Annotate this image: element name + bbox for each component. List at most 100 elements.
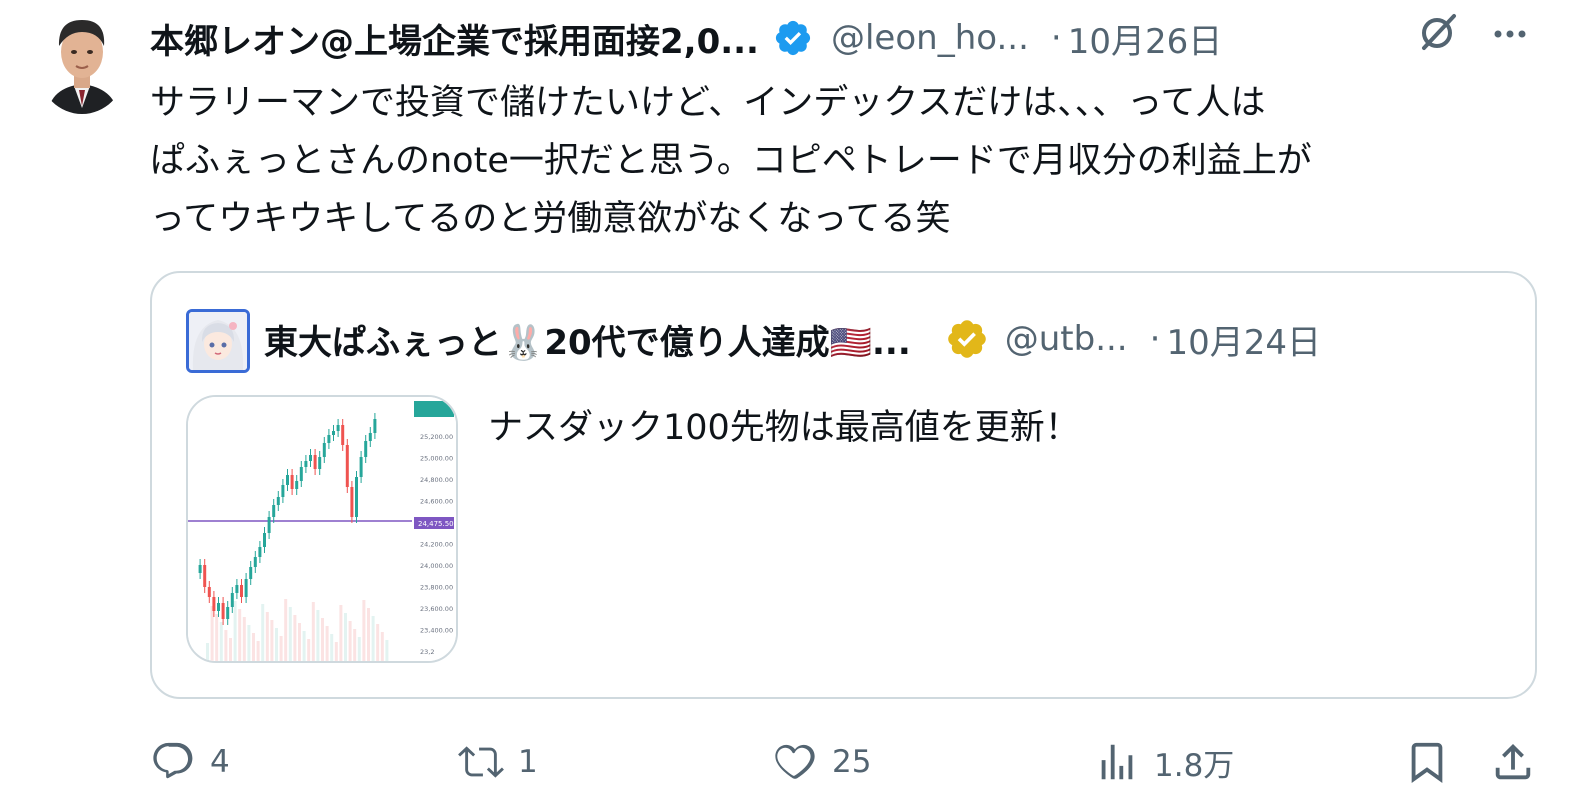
volume-bar xyxy=(353,629,357,661)
author-avatar[interactable] xyxy=(40,8,124,114)
volume-bar xyxy=(371,616,375,661)
author-handle[interactable]: @leon_ho... xyxy=(831,18,1029,58)
volume-bar xyxy=(293,615,297,661)
volume-bar xyxy=(376,624,380,661)
retweet-count: 1 xyxy=(518,744,538,780)
volume-bar xyxy=(344,613,347,661)
heart-icon xyxy=(775,744,815,779)
volume-bar xyxy=(206,643,209,661)
volume-bar xyxy=(298,623,301,661)
candle-body xyxy=(318,457,322,469)
tweet-header: 本郷レオン@上場企業で採用面接2,0... @leon_ho... · 10月2… xyxy=(150,10,1550,66)
price-axis-label: 24,475.50 xyxy=(418,520,454,528)
reply-button[interactable]: 4 xyxy=(150,732,230,792)
price-axis-label: 23,2 xyxy=(420,648,434,656)
candle-body xyxy=(341,425,345,445)
price-axis-label: 24,600.00 xyxy=(420,498,453,506)
volume-bar xyxy=(316,610,320,661)
volume-bar xyxy=(311,602,315,661)
price-axis-label: 25,200.00 xyxy=(420,433,453,441)
quote-date[interactable]: 10月24日 xyxy=(1166,315,1321,364)
candle-body xyxy=(368,433,372,441)
candle-body xyxy=(345,445,349,487)
reply-icon xyxy=(153,742,193,779)
share-button[interactable] xyxy=(1490,732,1536,792)
volume-bar xyxy=(247,625,251,661)
candle-body xyxy=(276,497,280,505)
quote-author-name[interactable]: 東大ぱふぇっと🐰20代で億り人達成🇺🇸... xyxy=(264,315,911,364)
volume-bar xyxy=(302,631,306,661)
candle-body xyxy=(350,487,354,517)
volume-bar xyxy=(348,621,352,661)
candle-body xyxy=(244,579,248,597)
verified-badge-icon[interactable] xyxy=(773,18,813,58)
candle-body xyxy=(304,461,308,467)
more-options-icon[interactable] xyxy=(1490,14,1530,54)
price-axis-label: 23,600.00 xyxy=(420,605,453,613)
volume-bar xyxy=(215,614,219,661)
volume-bar xyxy=(385,640,389,661)
candle-body xyxy=(373,419,377,433)
volume-bar xyxy=(284,599,288,661)
candle-body xyxy=(249,567,253,579)
quote-author-handle[interactable]: @utb... xyxy=(1005,319,1128,359)
chart-thumbnail[interactable]: 25,200.00 25,000.00 24,800.00 24,600.00 24,4… xyxy=(186,395,458,663)
bookmark-icon xyxy=(1411,742,1443,783)
candle-body xyxy=(299,467,303,481)
grok-icon[interactable] xyxy=(1418,12,1458,52)
quote-author-avatar[interactable] xyxy=(186,309,250,373)
candlestick-chart-image: 25,200.00 25,000.00 24,800.00 24,600.00 24,4… xyxy=(188,397,456,661)
views-chart-icon xyxy=(1101,744,1133,780)
candle-body xyxy=(322,443,326,457)
price-axis-label: 23,800.00 xyxy=(420,584,453,592)
volume-bar xyxy=(339,605,343,661)
quote-separator: · xyxy=(1149,319,1161,359)
candle-body xyxy=(221,603,225,619)
views-button[interactable]: 1.8万 xyxy=(1094,732,1234,792)
like-count: 25 xyxy=(832,744,872,780)
candle-body xyxy=(217,603,220,611)
candle-body xyxy=(286,475,289,485)
candle-body xyxy=(253,557,257,567)
price-axis-label: 24,200.00 xyxy=(420,541,453,549)
volume-bar xyxy=(256,641,260,661)
candle-body xyxy=(290,475,294,489)
volume-bar xyxy=(242,617,246,661)
volume-bar xyxy=(238,609,242,661)
volume-bar xyxy=(334,642,338,661)
tweet-text-line: ってウキウキしてるのと労働意欲がなくなってる笑 xyxy=(150,199,951,239)
views-count: 1.8万 xyxy=(1154,747,1235,784)
last-price-tag xyxy=(414,401,454,417)
candle-body xyxy=(267,517,271,533)
header-separator: · xyxy=(1050,18,1062,58)
price-axis-label: 24,800.00 xyxy=(420,476,453,484)
volume-bar xyxy=(233,601,237,661)
tweet-date[interactable]: 10月26日 xyxy=(1068,14,1223,63)
candle-body xyxy=(230,593,234,607)
candle-body xyxy=(226,607,230,619)
price-axis-label: 25,000.00 xyxy=(420,455,453,463)
bookmark-button[interactable] xyxy=(1404,732,1450,792)
volume-bar xyxy=(275,628,278,661)
candle-body xyxy=(355,477,358,517)
candle-body xyxy=(332,431,335,435)
like-button[interactable]: 25 xyxy=(772,732,871,792)
candle-body xyxy=(359,457,363,477)
tweet-text: サラリーマンで投資で儲けたいけど、インデックスだけは、、、って人は ぱふぇっとさ… xyxy=(150,74,1545,248)
quoted-tweet[interactable]: 東大ぱふぇっと🐰20代で億り人達成🇺🇸... @utb... · 10月24日 … xyxy=(150,271,1537,699)
candle-body xyxy=(258,547,262,557)
tweet-actions: 4 1 25 1.8万 xyxy=(150,732,1540,792)
tweet-text-line: サラリーマンで投資で儲けたいけど、インデックスだけは、、、って人は xyxy=(150,83,1266,123)
candle-body xyxy=(313,455,317,469)
retweet-button[interactable]: 1 xyxy=(458,732,538,792)
volume-bar xyxy=(279,636,283,661)
candle-body xyxy=(203,565,207,587)
volume-bar xyxy=(219,622,223,661)
quote-text: ナスダック100先物は最高値を更新！ xyxy=(488,408,1080,448)
volume-bar xyxy=(357,637,361,661)
candle-body xyxy=(281,485,285,497)
share-icon xyxy=(1495,743,1531,780)
author-name[interactable]: 本郷レオン@上場企業で採用面接2,0... xyxy=(150,14,759,63)
volume-bar xyxy=(270,620,274,661)
gold-verified-badge-icon[interactable] xyxy=(945,317,989,361)
